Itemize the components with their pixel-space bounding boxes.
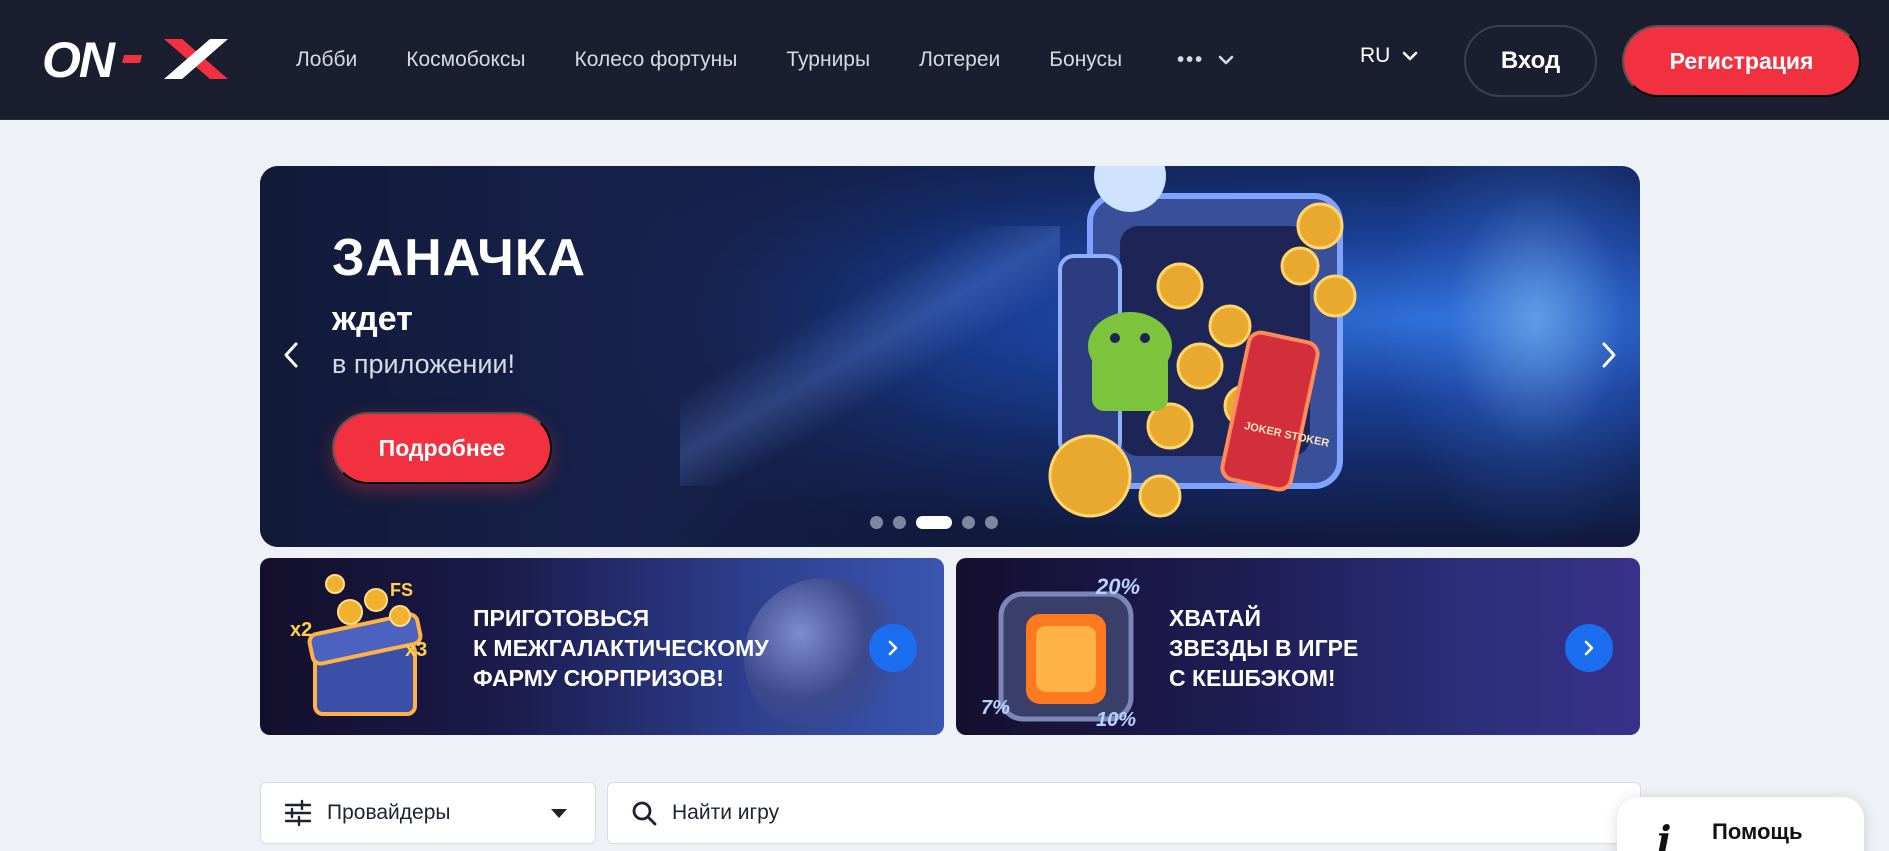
svg-text:7%: 7% bbox=[981, 697, 1010, 719]
chevron-down-icon bbox=[1218, 55, 1234, 65]
more-dots-icon: ••• bbox=[1177, 48, 1205, 71]
hero-more-button[interactable]: Подробнее bbox=[332, 412, 552, 484]
svg-text:x2: x2 bbox=[290, 619, 312, 641]
promo-title: ПРИГОТОВЬСЯ К МЕЖГАЛАКТИЧЕСКОМУ ФАРМУ СЮ… bbox=[473, 603, 769, 693]
promo-title-line: ФАРМУ СЮРПРИЗОВ! bbox=[473, 665, 724, 691]
hero-subtitle-secondary: в приложении! bbox=[332, 349, 515, 379]
carousel-dot-active[interactable] bbox=[916, 516, 952, 529]
carousel-dot[interactable] bbox=[893, 516, 906, 529]
nav-more-dropdown[interactable]: ••• bbox=[1177, 49, 1234, 72]
promo-arrow-button[interactable] bbox=[869, 624, 917, 672]
hero-title: ЗАНАЧКА bbox=[332, 229, 587, 287]
chevron-right-icon bbox=[1584, 640, 1594, 656]
svg-text:10%: 10% bbox=[1096, 709, 1136, 730]
svg-text:FS: FS bbox=[390, 580, 413, 600]
nav-bonuses[interactable]: Бонусы bbox=[1049, 48, 1122, 72]
help-label: Помощь bbox=[1712, 819, 1803, 844]
language-selector[interactable]: RU bbox=[1360, 44, 1418, 68]
info-icon: i bbox=[1657, 817, 1672, 851]
treasure-chest-illustration: x2 FS x3 bbox=[290, 574, 427, 716]
register-button[interactable]: Регистрация bbox=[1622, 25, 1861, 97]
nav-tournaments[interactable]: Турниры bbox=[786, 48, 870, 72]
promo-card-cashback[interactable]: 20% 7% 10% ХВАТАЙ ЗВЕЗДЫ В ИГРЕ С КЕШБЭК… bbox=[956, 558, 1640, 735]
caret-down-icon bbox=[551, 809, 567, 818]
top-header: ON Лобби Космобоксы Колесо фортуны Турни… bbox=[0, 0, 1889, 120]
hero-safe-illustration: JOKER STOKER bbox=[1048, 166, 1357, 518]
login-button[interactable]: Вход bbox=[1464, 25, 1597, 97]
nav-lotteries[interactable]: Лотереи bbox=[919, 48, 1000, 72]
carousel-next-arrow-icon[interactable] bbox=[1596, 338, 1622, 372]
carousel-pagination bbox=[870, 516, 998, 529]
search-input[interactable] bbox=[672, 801, 1572, 825]
nav-wheel-of-fortune[interactable]: Колесо фортуны bbox=[575, 48, 738, 72]
carousel-dot[interactable] bbox=[962, 516, 975, 529]
svg-text:20%: 20% bbox=[1095, 574, 1140, 599]
chevron-right-icon bbox=[888, 640, 898, 656]
android-robot-icon bbox=[1088, 312, 1172, 411]
promo-title-line: ПРИГОТОВЬСЯ bbox=[473, 605, 650, 631]
promo-title-line: ЗВЕЗДЫ В ИГРЕ bbox=[1169, 635, 1359, 661]
hero-subtitle: ждет bbox=[332, 300, 413, 338]
hero-light-streak bbox=[680, 226, 1060, 486]
promo-title-line: ХВАТАЙ bbox=[1169, 605, 1262, 631]
help-widget[interactable]: i Помощь bbox=[1617, 797, 1864, 851]
hero-carousel[interactable]: JOKER STOKER ЗАНАЧКА ждет в приложении! … bbox=[260, 166, 1640, 547]
logo[interactable]: ON bbox=[42, 33, 232, 85]
language-label: RU bbox=[1360, 44, 1391, 67]
game-search bbox=[607, 782, 1641, 844]
search-icon bbox=[632, 801, 657, 826]
svg-text:ON: ON bbox=[42, 33, 116, 85]
providers-dropdown[interactable]: Провайдеры bbox=[260, 782, 596, 844]
promo-card-surprises[interactable]: x2 FS x3 ПРИГОТОВЬСЯ К МЕЖГАЛАКТИЧЕСКОМУ… bbox=[260, 558, 944, 735]
nav-lobby[interactable]: Лобби bbox=[296, 48, 357, 72]
promo-title-line: К МЕЖГАЛАКТИЧЕСКОМУ bbox=[473, 635, 769, 661]
promo-title-line: С КЕШБЭКОМ! bbox=[1169, 665, 1336, 691]
main-nav: Лобби Космобоксы Колесо фортуны Турниры … bbox=[296, 0, 1234, 120]
providers-label: Провайдеры bbox=[327, 801, 451, 824]
chevron-down-icon bbox=[1403, 51, 1418, 61]
sliders-filter-icon bbox=[284, 799, 312, 827]
promo-arrow-button[interactable] bbox=[1565, 624, 1613, 672]
carousel-prev-arrow-icon[interactable] bbox=[278, 338, 304, 372]
promo-title: ХВАТАЙ ЗВЕЗДЫ В ИГРЕ С КЕШБЭКОМ! bbox=[1169, 603, 1358, 693]
carousel-dot[interactable] bbox=[985, 516, 998, 529]
cashback-box-illustration: 20% 7% 10% bbox=[981, 574, 1140, 730]
carousel-dot[interactable] bbox=[870, 516, 883, 529]
svg-text:x3: x3 bbox=[405, 639, 427, 661]
nav-cosmoboxes[interactable]: Космобоксы bbox=[406, 48, 525, 72]
